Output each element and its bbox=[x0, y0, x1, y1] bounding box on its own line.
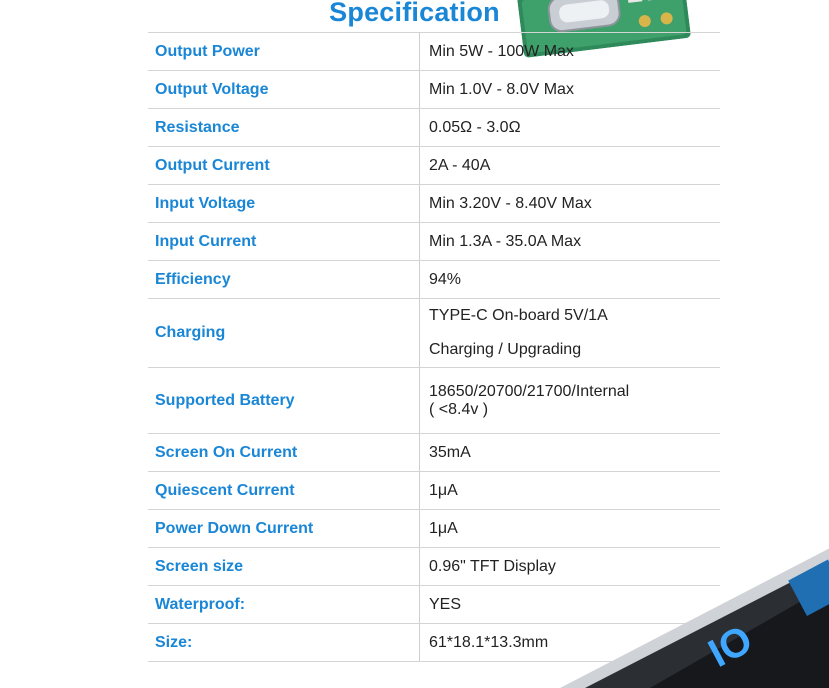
spec-value-line: ( <8.4v ) bbox=[429, 401, 713, 419]
table-row: Efficiency 94% bbox=[148, 261, 720, 299]
spec-value: Min 5W - 100W Max bbox=[420, 33, 721, 71]
table-row: Resistance 0.05Ω - 3.0Ω bbox=[148, 109, 720, 147]
spec-label: Power Down Current bbox=[148, 510, 420, 548]
table-row: Output Power Min 5W - 100W Max bbox=[148, 33, 720, 71]
spec-label: Efficiency bbox=[148, 261, 420, 299]
spec-label: Charging bbox=[148, 299, 420, 368]
spec-value-line: Charging / Upgrading bbox=[429, 333, 713, 367]
table-row: Output Current 2A - 40A bbox=[148, 147, 720, 185]
spec-label: Supported Battery bbox=[148, 368, 420, 434]
spec-value: 35mA bbox=[420, 434, 721, 472]
spec-label: Output Current bbox=[148, 147, 420, 185]
spec-value: 18650/20700/21700/Internal ( <8.4v ) bbox=[420, 368, 721, 434]
table-row: Output Voltage Min 1.0V - 8.0V Max bbox=[148, 71, 720, 109]
table-row: Charging TYPE-C On-board 5V/1A Charging … bbox=[148, 299, 720, 368]
spec-title: Specification bbox=[0, 0, 829, 28]
table-row: Screen On Current 35mA bbox=[148, 434, 720, 472]
spec-label: Input Current bbox=[148, 223, 420, 261]
table-row: Quiescent Current 1μA bbox=[148, 472, 720, 510]
spec-label: Output Voltage bbox=[148, 71, 420, 109]
spec-label: Screen On Current bbox=[148, 434, 420, 472]
spec-label: Size: bbox=[148, 624, 420, 662]
spec-value: Min 1.3A - 35.0A Max bbox=[420, 223, 721, 261]
spec-value-line: TYPE-C On-board 5V/1A bbox=[429, 299, 713, 333]
spec-value: 94% bbox=[420, 261, 721, 299]
table-row: Input Voltage Min 3.20V - 8.40V Max bbox=[148, 185, 720, 223]
spec-label: Screen size bbox=[148, 548, 420, 586]
spec-label: Input Voltage bbox=[148, 185, 420, 223]
spec-value: 1μA bbox=[420, 472, 721, 510]
table-row: Supported Battery 18650/20700/21700/Inte… bbox=[148, 368, 720, 434]
spec-label: Quiescent Current bbox=[148, 472, 420, 510]
spec-value-line: 18650/20700/21700/Internal bbox=[429, 383, 713, 401]
table-row: Power Down Current 1μA bbox=[148, 510, 720, 548]
spec-label: Waterproof: bbox=[148, 586, 420, 624]
table-row: Input Current Min 1.3A - 35.0A Max bbox=[148, 223, 720, 261]
spec-value: 2A - 40A bbox=[420, 147, 721, 185]
device-image: IO bbox=[540, 548, 829, 688]
spec-value: Min 1.0V - 8.0V Max bbox=[420, 71, 721, 109]
spec-value: 1μA bbox=[420, 510, 721, 548]
spec-label: Output Power bbox=[148, 33, 420, 71]
spec-value: 0.05Ω - 3.0Ω bbox=[420, 109, 721, 147]
spec-value: TYPE-C On-board 5V/1A Charging / Upgradi… bbox=[420, 299, 721, 368]
spec-label: Resistance bbox=[148, 109, 420, 147]
spec-value: Min 3.20V - 8.40V Max bbox=[420, 185, 721, 223]
